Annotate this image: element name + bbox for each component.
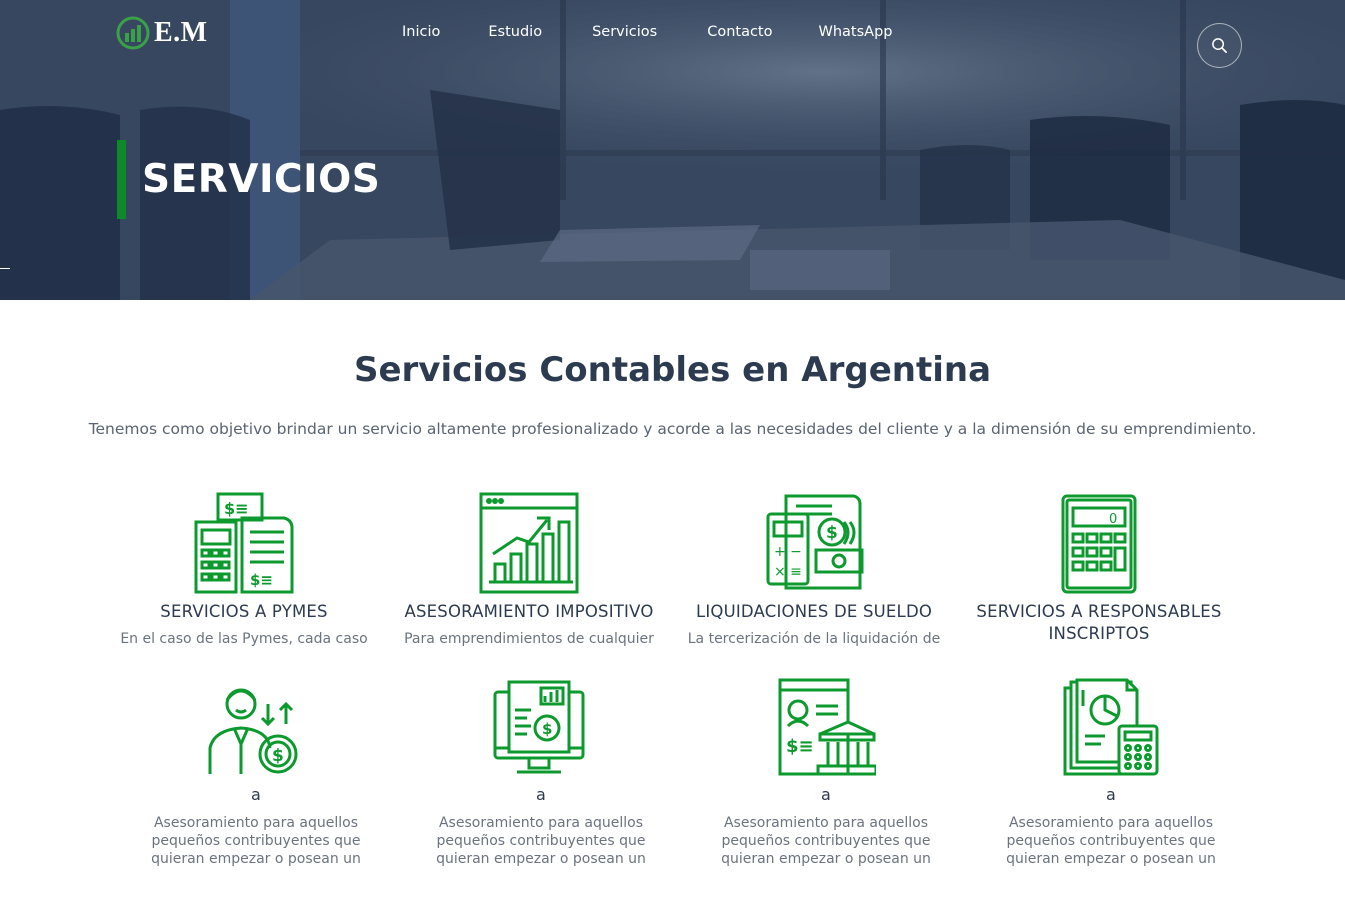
svg-text:$: $	[542, 720, 552, 738]
nav-inicio[interactable]: Inicio	[402, 22, 440, 42]
bank-document-icon: $≡	[778, 678, 876, 776]
hero-divider	[0, 268, 10, 269]
growth-chart-icon	[479, 492, 579, 594]
service-title: a	[250, 785, 261, 804]
calculator-invoice-icon: $≡ $≡	[194, 492, 294, 594]
logo-text: E.M	[154, 17, 208, 48]
page-title: SERVICIOS	[142, 157, 381, 202]
svg-text:$≡: $≡	[224, 499, 249, 518]
svg-text:$: $	[272, 746, 284, 766]
hero-banner: E.M Inicio Estudio Servicios Contacto Wh…	[0, 0, 1345, 300]
main-nav: Inicio Estudio Servicios Contacto WhatsA…	[402, 22, 940, 42]
svg-text:+ −: + −	[774, 544, 802, 560]
service-title: a	[1105, 785, 1116, 804]
service-title: a	[820, 785, 831, 804]
svg-text:$≡: $≡	[786, 736, 814, 757]
service-title: a	[535, 785, 546, 804]
service-card-inscriptos[interactable]: 0 SERVICIOS A RESPONSABLES INSCRIPTOS	[964, 492, 1234, 652]
monitor-report-icon: $	[493, 680, 585, 774]
svg-text:× ≡: × ≡	[774, 564, 802, 580]
search-button[interactable]	[1197, 23, 1242, 68]
service-card-8[interactable]: a Asesoramiento para aquellos pequeños c…	[976, 678, 1246, 868]
hero-accent-bar	[117, 140, 126, 219]
nav-whatsapp[interactable]: WhatsApp	[819, 22, 893, 42]
service-desc: La tercerización de la liquidación de	[687, 631, 941, 647]
service-title: SERVICIOS A PYMES	[160, 602, 328, 621]
service-card-pymes[interactable]: $≡ $≡ SERVICIOS A PYMES En el caso de la…	[109, 492, 379, 648]
service-card-5[interactable]: $ a Asesoramiento para aquellos pequeños…	[121, 678, 391, 868]
service-desc: Asesoramiento para aquellos pequeños con…	[151, 815, 361, 867]
svg-text:$: $	[826, 523, 838, 543]
service-card-6[interactable]: $ a Asesoramiento para aquellos pequeños…	[406, 678, 676, 868]
payroll-icon: + − × ≡ $	[766, 494, 864, 590]
nav-estudio[interactable]: Estudio	[488, 22, 542, 42]
section-title: Servicios Contables en Argentina	[353, 350, 992, 390]
logo-chart-icon	[116, 16, 150, 50]
service-title: ASESORAMIENTO IMPOSITIVO	[404, 602, 654, 621]
service-title: LIQUIDACIONES DE SUELDO	[695, 602, 933, 621]
hero-title-block: SERVICIOS	[117, 140, 380, 219]
svg-text:$≡: $≡	[250, 571, 273, 589]
service-desc: Asesoramiento para aquellos pequeños con…	[1006, 815, 1216, 867]
report-calculator-icon	[1063, 678, 1159, 776]
site-logo[interactable]: E.M	[116, 16, 208, 50]
service-desc: Para emprendimientos de cualquier	[404, 631, 654, 647]
service-desc: Asesoramiento para aquellos pequeños con…	[436, 815, 646, 867]
svg-text:0: 0	[1109, 512, 1117, 527]
service-desc: En el caso de las Pymes, cada caso	[120, 631, 368, 647]
service-card-sueldo[interactable]: + − × ≡ $ LIQUIDACIONES DE SUELDO La ter…	[679, 492, 949, 648]
calculator-icon: 0	[1061, 494, 1137, 594]
businessman-money-icon: $	[208, 688, 298, 774]
service-card-7[interactable]: $≡ a Asesoramiento para aquellos pequeño…	[691, 678, 961, 868]
section-subtitle: Tenemos como objetivo brindar un servici…	[88, 420, 1257, 438]
nav-contacto[interactable]: Contacto	[707, 22, 772, 42]
service-card-impositivo[interactable]: ASESORAMIENTO IMPOSITIVO Para emprendimi…	[394, 492, 664, 648]
nav-servicios[interactable]: Servicios	[592, 22, 657, 42]
search-icon	[1212, 38, 1227, 53]
service-desc: Asesoramiento para aquellos pequeños con…	[721, 815, 931, 867]
service-title: SERVICIOS A RESPONSABLES INSCRIPTOS	[976, 602, 1222, 643]
